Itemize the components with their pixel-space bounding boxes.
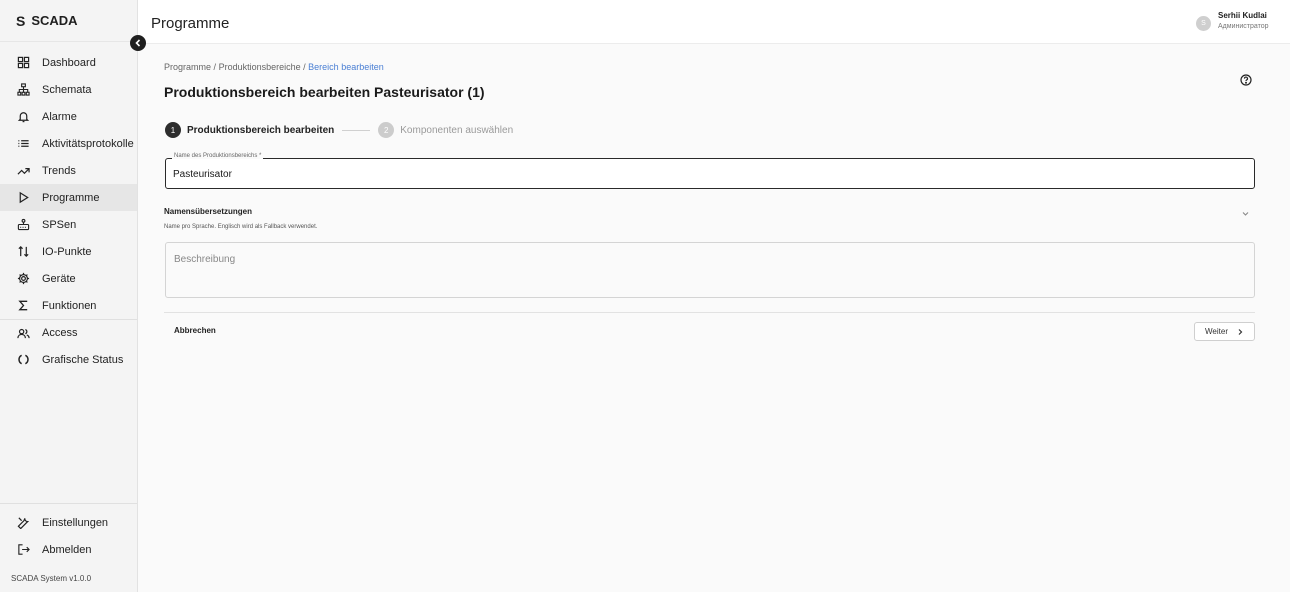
- sidebar-item-schemata[interactable]: Schemata: [0, 76, 137, 103]
- sidebar-item-access[interactable]: Access: [0, 319, 137, 346]
- sidebar-item-label: Abmelden: [42, 543, 92, 556]
- sigma-icon: [16, 299, 30, 313]
- sidebar-item-label: IO-Punkte: [42, 245, 92, 258]
- sitemap-icon: [16, 83, 30, 97]
- sidebar-bottom-nav: Einstellungen Abmelden: [0, 503, 137, 563]
- name-field-value[interactable]: Pasteurisator: [173, 169, 232, 180]
- page-title: Produktionsbereich bearbeiten Pasteurisa…: [164, 84, 485, 100]
- sidebar-item-geraete[interactable]: Geräte: [0, 265, 137, 292]
- sidebar-item-label: Funktionen: [42, 299, 97, 312]
- sidebar-item-abmelden[interactable]: Abmelden: [0, 536, 137, 563]
- gear-icon: [16, 272, 30, 286]
- sidebar-item-einstellungen[interactable]: Einstellungen: [0, 509, 137, 536]
- sidebar-item-label: Geräte: [42, 272, 76, 285]
- step-connector: [342, 129, 371, 131]
- trend-icon: [16, 164, 30, 178]
- sidebar-item-label: Programme: [42, 191, 100, 204]
- wrench-icon: [16, 516, 30, 530]
- logout-icon: [16, 543, 30, 557]
- sidebar: S SCADA Dashboard Schemata Alarme Aktivi…: [0, 0, 138, 592]
- sidebar-item-label: Schemata: [42, 83, 92, 96]
- sidebar-item-trends[interactable]: Trends: [0, 157, 137, 184]
- breadcrumb-link-produktionsbereiche[interactable]: Produktionsbereiche: [219, 62, 301, 72]
- step-1-indicator: 1: [165, 122, 181, 138]
- brand[interactable]: S SCADA: [0, 0, 137, 42]
- name-field[interactable]: Name des Produktionsbereichs * Pasteuris…: [165, 153, 1255, 189]
- translations-title[interactable]: Namensübersetzungen: [164, 207, 252, 216]
- bell-icon: [16, 110, 30, 124]
- sidebar-item-label: Alarme: [42, 110, 77, 123]
- sidebar-item-io-punkte[interactable]: IO-Punkte: [0, 238, 137, 265]
- sidebar-item-programme[interactable]: Programme: [0, 184, 137, 211]
- cancel-button[interactable]: Abbrechen: [174, 326, 216, 335]
- sidebar-item-label: Access: [42, 327, 78, 339]
- help-icon[interactable]: [1240, 74, 1252, 86]
- translations-hint: Name pro Sprache. Englisch wird als Fall…: [164, 224, 318, 230]
- breadcrumb: Programme / Produktionsbereiche / Bereic…: [164, 62, 384, 72]
- sidebar-item-aktivitaetsprotokolle[interactable]: Aktivitätsprotokolle: [0, 130, 137, 157]
- sidebar-item-grafische-status[interactable]: Grafische Status: [0, 346, 137, 373]
- play-icon: [16, 191, 30, 205]
- next-button[interactable]: Weiter: [1194, 322, 1255, 341]
- stepper: 1 Produktionsbereich bearbeiten 2 Kompon…: [165, 122, 513, 138]
- status-icon: [16, 353, 30, 367]
- page-heading: Programme: [151, 15, 230, 32]
- divider: [164, 312, 1255, 313]
- plc-icon: [16, 218, 30, 232]
- chevron-right-icon: [1238, 328, 1243, 335]
- chevron-left-icon: [135, 39, 141, 47]
- name-field-label: Name des Produktionsbereichs *: [172, 153, 264, 159]
- sidebar-item-funktionen[interactable]: Funktionen: [0, 292, 137, 319]
- sidebar-item-label: Grafische Status: [42, 353, 124, 366]
- description-field[interactable]: Beschreibung: [165, 242, 1255, 298]
- next-button-label: Weiter: [1205, 327, 1228, 336]
- sidebar-item-spsen[interactable]: SPSen: [0, 211, 137, 238]
- breadcrumb-separator: /: [303, 62, 306, 72]
- step-1-label: Produktionsbereich bearbeiten: [187, 124, 335, 136]
- description-placeholder: Beschreibung: [174, 254, 236, 265]
- chevron-down-icon[interactable]: [1241, 209, 1250, 218]
- users-icon: [16, 326, 30, 340]
- user-name[interactable]: Serhii Kudlai: [1218, 11, 1267, 20]
- breadcrumb-separator: /: [213, 62, 217, 72]
- avatar[interactable]: S: [1196, 16, 1211, 31]
- app-version: SCADA System v1.0.0: [11, 574, 92, 583]
- sidebar-item-label: Trends: [42, 164, 76, 177]
- breadcrumb-link-programme[interactable]: Programme: [164, 62, 211, 72]
- top-header: Programme S Serhii Kudlai Администратор: [138, 0, 1290, 44]
- step-2-label: Komponenten auswählen: [400, 124, 514, 136]
- sidebar-item-alarme[interactable]: Alarme: [0, 103, 137, 130]
- user-role: Администратор: [1218, 23, 1269, 30]
- list-icon: [16, 137, 30, 151]
- sidebar-item-label: SPSen: [42, 218, 77, 231]
- app-name: SCADA: [31, 13, 78, 28]
- sidebar-item-label: Einstellungen: [42, 516, 109, 529]
- sidebar-nav: Dashboard Schemata Alarme Aktivitätsprot…: [0, 42, 137, 373]
- collapse-sidebar-button[interactable]: [130, 35, 146, 51]
- sidebar-item-label: Aktivitätsprotokolle: [42, 137, 134, 150]
- sidebar-item-label: Dashboard: [42, 56, 96, 69]
- step-2-indicator: 2: [378, 122, 395, 138]
- logo-icon: S: [16, 12, 26, 29]
- sidebar-item-dashboard[interactable]: Dashboard: [0, 49, 137, 76]
- breadcrumb-current: Bereich bearbeiten: [308, 62, 384, 72]
- io-icon: [16, 245, 30, 259]
- dashboard-icon: [16, 56, 30, 70]
